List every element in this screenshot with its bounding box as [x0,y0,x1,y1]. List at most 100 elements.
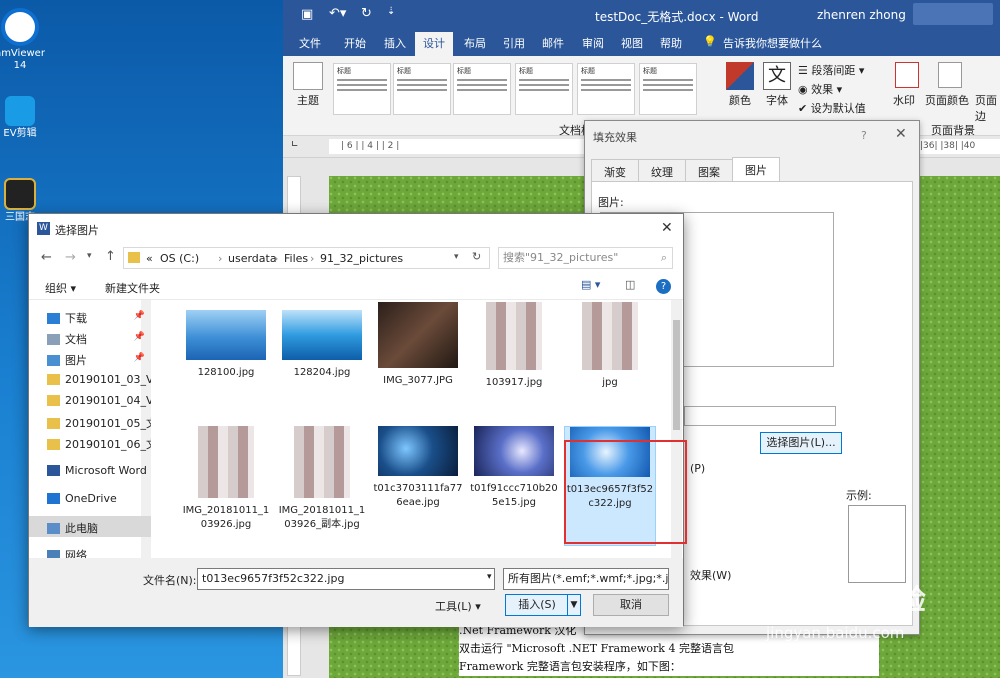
nav-item[interactable]: 文档 📌 [29,327,151,348]
style-thumb[interactable]: 标题 [639,63,697,115]
new-folder-button[interactable]: 新建文件夹 [105,280,160,296]
tab-picture[interactable]: 图片 [732,157,780,182]
tab-selector-icon[interactable]: ∟ [291,140,299,150]
tab-review[interactable]: 审阅 [582,35,604,51]
tab-texture[interactable]: 纹理 [638,159,686,181]
tab-file[interactable]: 文件 [299,35,321,51]
help-icon[interactable]: ? [861,129,867,142]
nav-item[interactable]: Microsoft Word [29,460,151,481]
forward-arrow-icon[interactable]: → [65,250,76,265]
address-bar[interactable]: « OS (C:) › userdata › Files › 91_32_pic… [123,247,490,269]
theme-button[interactable]: 主题 [297,92,319,108]
fonts-button[interactable]: 字体 [766,92,788,108]
tab-help[interactable]: 帮助 [660,35,682,51]
pictures-icon [47,355,60,366]
file-thumbnail [294,426,350,498]
style-thumb[interactable]: 标题 [577,63,635,115]
style-thumb[interactable]: 标题 [393,63,451,115]
pin-icon: 📌 [133,353,145,363]
effects-button[interactable]: ◉ 效果 ▾ [798,81,842,97]
save-icon[interactable]: ▣ [301,7,313,22]
nav-item[interactable]: 下载 📌 [29,306,151,327]
navigation-pane: 下载 📌 文档 📌 图片 📌 20190101_03_V 20190101_04_V 20190… [29,300,151,562]
select-picture-button[interactable]: 选择图片(L)... [760,432,842,454]
filename-input[interactable]: t013ec9657f3f52c322.jpg [197,568,495,590]
undo-icon[interactable]: ↶▾ [329,6,346,21]
help-icon[interactable]: ? [656,279,671,294]
page-color-icon [938,62,962,88]
file-item[interactable]: IMG_3077.JPG [372,302,464,422]
ev-recorder-shortcut[interactable]: EV剪辑 [0,96,50,140]
file-item[interactable]: t01c3703111fa776eae.jpg [372,426,464,546]
nav-item-label: 20190101_04_V [65,394,151,407]
watermark-button[interactable]: 水印 [893,92,915,108]
tab-home[interactable]: 开始 [344,35,366,51]
search-input[interactable]: 搜索"91_32_pictures" ⌕ [498,247,673,269]
tools-button[interactable]: 工具(L) ▾ [435,598,481,614]
nav-item[interactable]: OneDrive [29,488,151,509]
file-name: jpg [602,377,618,388]
user-avatar[interactable] [913,3,993,25]
page-borders-button[interactable]: 页面边 [975,92,1000,124]
page-color-button[interactable]: 页面颜色 [925,92,969,108]
organize-button[interactable]: 组织 ▾ [45,280,76,296]
redo-icon[interactable]: ↻ [361,6,372,21]
chevron-down-icon[interactable]: ▾ [487,572,492,582]
paragraph-spacing-button[interactable]: ☰ 段落间距 ▾ [798,62,864,78]
nav-item[interactable]: 图片 📌 [29,348,151,369]
lock-aspect-label[interactable]: (P) [690,462,705,475]
file-type-select[interactable]: 所有图片(*.emf;*.wmf;*.jpg;*.jp [503,568,669,590]
nav-item[interactable]: 20190101_06_文 [29,432,151,453]
back-arrow-icon[interactable]: ← [41,250,52,265]
close-icon[interactable]: ✕ [661,220,673,236]
insert-button[interactable]: 插入(S) [505,594,569,616]
style-thumb[interactable]: 标题 [515,63,573,115]
breadcrumb-drive[interactable]: OS (C:) [160,252,199,265]
nav-item-label: OneDrive [65,492,117,505]
breadcrumb-userdata[interactable]: userdata [228,252,277,265]
nav-item[interactable]: 20190101_05_文 [29,411,151,432]
file-item[interactable]: 103917.jpg [468,302,560,422]
tab-insert[interactable]: 插入 [384,35,406,51]
refresh-icon[interactable]: ↻ [472,250,481,263]
file-item[interactable]: IMG_20181011_103926.jpg [180,426,272,546]
up-arrow-icon[interactable]: ↑ [105,249,116,264]
tab-pattern[interactable]: 图案 [685,159,733,181]
breadcrumb-folder[interactable]: 91_32_pictures [320,252,403,265]
file-item[interactable]: IMG_20181011_103926_副本.jpg [276,426,368,546]
nav-item[interactable]: 20190101_04_V [29,390,151,411]
tab-layout[interactable]: 布局 [464,35,486,51]
close-icon[interactable]: ✕ [895,126,907,142]
colors-button[interactable]: 颜色 [729,92,751,108]
ruler-left: | 6 | | 4 | | 2 | [329,139,585,154]
user-name[interactable]: zhenren zhong [817,8,906,22]
customize-qat-icon[interactable]: ⇣ [387,6,395,17]
preview-pane-icon[interactable]: ◫ [625,278,635,291]
tab-gradient[interactable]: 渐变 [591,159,639,181]
file-item[interactable]: t01f91ccc710b205e15.jpg [468,426,560,546]
breadcrumb-overflow[interactable]: « [146,252,153,265]
insert-dropdown-button[interactable]: ▼ [567,594,581,616]
style-thumb[interactable]: 标题 [333,63,391,115]
tab-design[interactable]: 设计 [415,32,453,56]
tab-mailings[interactable]: 邮件 [542,35,564,51]
tab-view[interactable]: 视图 [621,35,643,51]
file-item[interactable]: jpg [564,302,656,422]
tell-me-search[interactable]: 告诉我你想要做什么 [723,35,822,51]
chevron-down-icon[interactable]: ▾ [454,252,459,262]
nav-item-label: 20190101_06_文 [65,438,151,451]
breadcrumb-files[interactable]: Files [284,252,308,265]
file-item[interactable]: 128100.jpg [180,310,272,430]
view-options-icon[interactable]: ▤ ▾ [581,278,600,291]
file-thumbnail [582,302,638,370]
nav-item[interactable]: 20190101_03_V [29,369,151,390]
file-item[interactable]: 128204.jpg [276,310,368,430]
set-default-button[interactable]: ✔ 设为默认值 [798,100,866,116]
recent-locations-icon[interactable]: ▾ [87,251,92,261]
teamviewer-shortcut[interactable]: amViewer 14 [0,8,50,72]
scrollbar-thumb[interactable] [673,320,680,430]
cancel-button[interactable]: 取消 [593,594,669,616]
nav-item[interactable]: 此电脑 [29,516,151,537]
style-thumb[interactable]: 标题 [453,63,511,115]
tab-references[interactable]: 引用 [503,35,525,51]
